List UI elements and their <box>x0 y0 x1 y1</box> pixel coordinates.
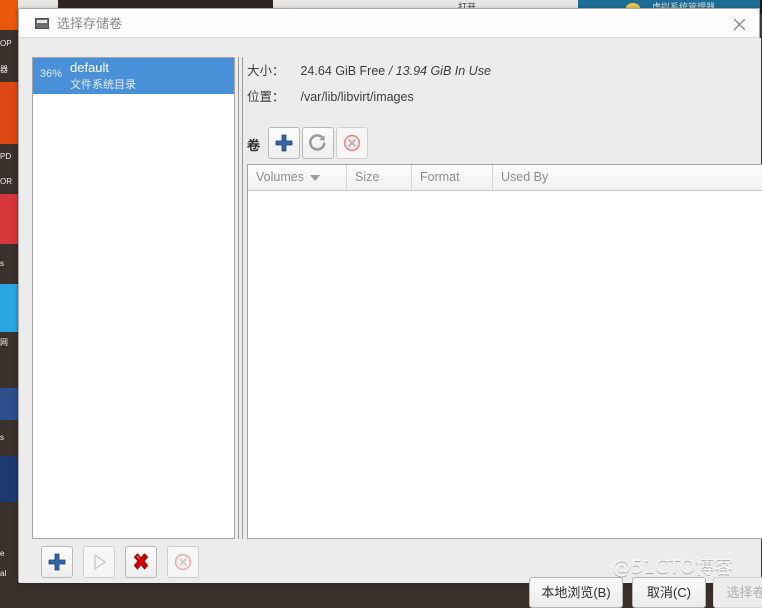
storage-pool-toolbar <box>41 546 201 578</box>
list-item[interactable]: 36% default 文件系统目录 <box>33 58 234 94</box>
pool-size-used: 13.94 GiB In Use <box>395 64 491 78</box>
storage-pool-detail-pane: 大小： 24.64 GiB Free / 13.94 GiB In Use 位置… <box>247 57 762 539</box>
app-icon-media[interactable] <box>0 194 18 244</box>
column-header-used-by[interactable]: Used By <box>493 165 762 190</box>
dialog-title: 选择存储卷 <box>57 16 123 31</box>
app-icon-settings[interactable] <box>0 354 18 388</box>
close-icon[interactable] <box>727 14 751 34</box>
dialog-body: 36% default 文件系统目录 大小： 24.64 GiB Free / … <box>19 38 762 608</box>
app-icon-archive[interactable] <box>0 456 18 502</box>
storage-volume-icon <box>35 18 49 29</box>
app-icon-label-al[interactable]: al <box>0 564 18 583</box>
app-icon-help[interactable] <box>0 284 18 332</box>
pane-splitter[interactable] <box>238 57 243 539</box>
app-icon-firefox[interactable] <box>0 0 18 30</box>
app-icon-writer[interactable]: 器 <box>0 58 18 82</box>
column-header-volumes-label: Volumes <box>256 170 304 184</box>
start-pool-button <box>83 546 115 578</box>
choose-storage-volume-dialog: 选择存储卷 36% default 文件系统目录 大小： 24.64 GiB F… <box>18 8 762 608</box>
app-icon-terminal[interactable]: s <box>0 244 18 284</box>
pool-size-row: 大小： 24.64 GiB Free / 13.94 GiB In Use <box>247 60 491 79</box>
volume-table[interactable]: Volumes Size Format Used By <box>247 164 762 539</box>
pool-size-label: 大小： <box>247 64 285 78</box>
delete-pool-button <box>167 546 199 578</box>
pool-size-separator: / <box>388 64 393 78</box>
app-icon-ubuntu[interactable] <box>0 82 18 144</box>
choose-volume-button: 选择卷 <box>713 577 762 608</box>
pool-name: default <box>70 60 110 75</box>
column-header-format[interactable]: Format <box>412 165 493 190</box>
app-icon-pdf[interactable]: PD <box>0 144 18 170</box>
app-icon-shell[interactable]: s <box>0 420 18 456</box>
pool-size-free: 24.64 GiB Free <box>300 64 386 78</box>
volumes-label: 卷 <box>247 138 261 153</box>
pool-location-row: 位置： /var/lib/libvirt/images <box>247 86 414 105</box>
pool-usage-percent: 36% <box>40 68 63 80</box>
stop-pool-button[interactable] <box>125 546 157 578</box>
browse-local-button[interactable]: 本地浏览(B) <box>529 577 623 608</box>
delete-volume-button[interactable] <box>336 127 368 159</box>
column-header-size-label: Size <box>355 170 380 184</box>
volume-table-header: Volumes Size Format Used By <box>248 165 762 191</box>
column-header-format-label: Format <box>420 170 460 184</box>
chevron-down-icon <box>309 174 320 181</box>
cancel-button[interactable]: 取消(C) <box>632 577 706 608</box>
app-icon-network[interactable]: 网 <box>0 332 18 354</box>
pool-type: 文件系统目录 <box>70 79 136 91</box>
unity-launcher: OP 器 PD OR s 网 s e al <box>0 0 18 583</box>
dialog-titlebar: 选择存储卷 <box>19 9 759 38</box>
app-icon-label-e[interactable]: e <box>0 544 18 564</box>
storage-pool-list[interactable]: 36% default 文件系统目录 <box>32 57 235 539</box>
app-icon-draw[interactable]: OR <box>0 170 18 194</box>
refresh-volume-button[interactable] <box>302 127 334 159</box>
add-pool-button[interactable] <box>41 546 73 578</box>
pool-location-label: 位置： <box>247 90 285 104</box>
app-icon-files[interactable]: OP <box>0 30 18 58</box>
app-icon-trash[interactable] <box>0 502 18 544</box>
pool-location-value: /var/lib/libvirt/images <box>300 90 414 104</box>
column-header-volumes[interactable]: Volumes <box>248 165 347 190</box>
app-icon-virtmanager[interactable] <box>0 388 18 420</box>
new-volume-button[interactable] <box>268 127 300 159</box>
column-header-size[interactable]: Size <box>347 165 412 190</box>
column-header-used-by-label: Used By <box>501 170 549 184</box>
